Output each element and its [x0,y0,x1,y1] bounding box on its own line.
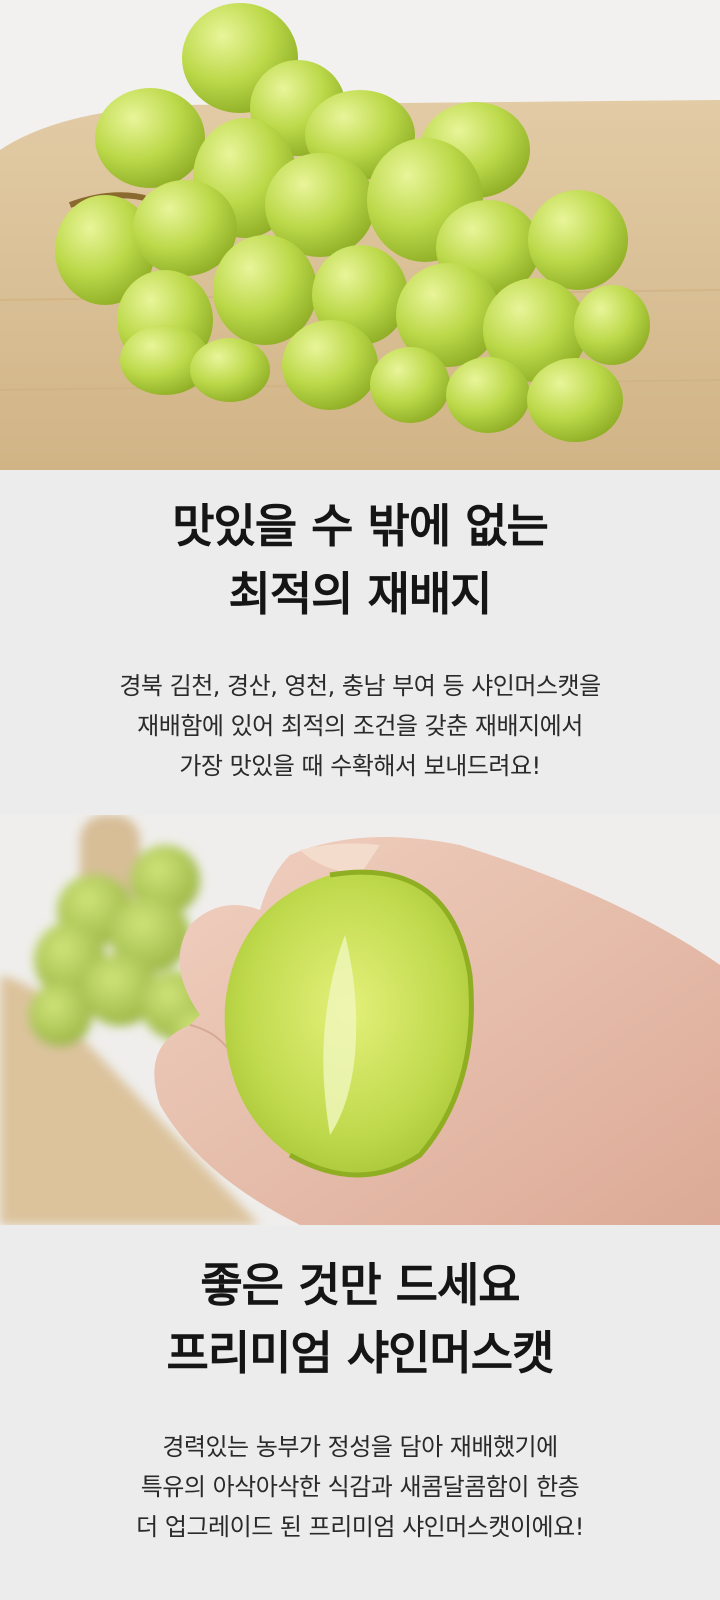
headline-line: 최적의 재배지 [228,567,493,621]
description-line: 가장 맛있을 때 수확해서 보내드려요! [179,752,541,780]
section-2-headline: 좋은 것만 드세요 프리미엄 샤인머스캣 [0,1251,720,1387]
description-line: 더 업그레이드 된 프리미엄 샤인머스캣이에요! [136,1513,584,1541]
section-1-headline: 맛있을 수 밖에 없는 최적의 재배지 [0,492,720,628]
description-line: 경력있는 농부가 정성을 담아 재배했기에 [162,1433,558,1461]
section-2-description: 경력있는 농부가 정성을 담아 재배했기에 특유의 아삭아삭한 식감과 새콤달콤… [0,1427,720,1547]
section-premium: 좋은 것만 드세요 프리미엄 샤인머스캣 경력있는 농부가 정성을 담아 재배했… [0,1225,720,1600]
cut-grape-photo [0,815,720,1225]
description-line: 재배함에 있어 최적의 조건을 갖춘 재배지에서 [137,712,583,740]
description-line: 경북 김천, 경산, 영천, 충남 부여 등 샤인머스캣을 [119,672,601,700]
headline-line: 맛있을 수 밖에 없는 [172,499,549,553]
grape-bunch-photo [0,0,720,470]
headline-line: 프리미엄 샤인머스캣 [166,1326,555,1380]
section-optimal-farm: 맛있을 수 밖에 없는 최적의 재배지 경북 김천, 경산, 영천, 충남 부여… [0,470,720,815]
section-1-description: 경북 김천, 경산, 영천, 충남 부여 등 샤인머스캣을 재배함에 있어 최적… [0,666,720,786]
headline-line: 좋은 것만 드세요 [200,1258,520,1312]
description-line: 특유의 아삭아삭한 식감과 새콤달콤함이 한층 [140,1473,580,1501]
